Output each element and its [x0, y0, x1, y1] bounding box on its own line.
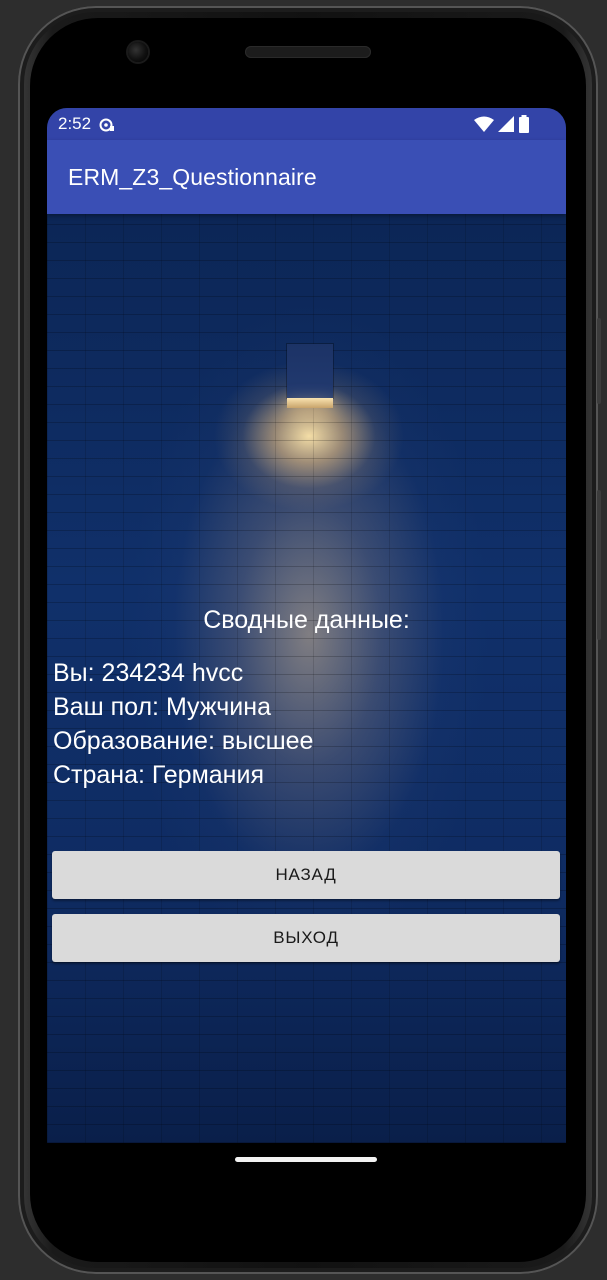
app-title: ERM_Z3_Questionnaire	[68, 164, 317, 190]
background-image: Сводные данные: Вы: 234234 hvcc Ваш пол:…	[47, 214, 566, 1143]
earpiece-speaker	[245, 46, 371, 58]
summary-title: Сводные данные:	[203, 606, 410, 634]
screen: 2:52 ERM_Z3_Questionnaire Сводные данные…	[47, 108, 566, 1143]
notification-icon	[99, 117, 115, 132]
lamp-light	[287, 398, 333, 408]
wifi-icon	[474, 116, 494, 138]
volume-button	[597, 490, 601, 640]
summary-list: Вы: 234234 hvcc Ваш пол: Мужчина Образов…	[53, 656, 313, 792]
app-bar: ERM_Z3_Questionnaire	[47, 140, 566, 214]
summary-gender: Ваш пол: Мужчина	[53, 693, 271, 721]
summary-name: Вы: 234234 hvcc	[53, 659, 244, 687]
status-icons	[474, 115, 530, 138]
device-frame: 2:52 ERM_Z3_Questionnaire Сводные данные…	[0, 0, 607, 1280]
back-button[interactable]: НАЗАД	[52, 851, 560, 899]
exit-button[interactable]: ВЫХОД	[52, 914, 560, 962]
home-indicator[interactable]	[235, 1157, 377, 1162]
wall-lamp	[287, 344, 333, 398]
power-button	[597, 318, 601, 404]
signal-icon	[498, 115, 514, 138]
status-bar: 2:52	[47, 108, 566, 140]
summary-education: Образование: высшее	[53, 727, 314, 755]
front-camera	[128, 42, 148, 62]
battery-icon	[518, 115, 530, 138]
status-time: 2:52	[58, 114, 92, 133]
summary-country: Страна: Германия	[53, 761, 264, 789]
